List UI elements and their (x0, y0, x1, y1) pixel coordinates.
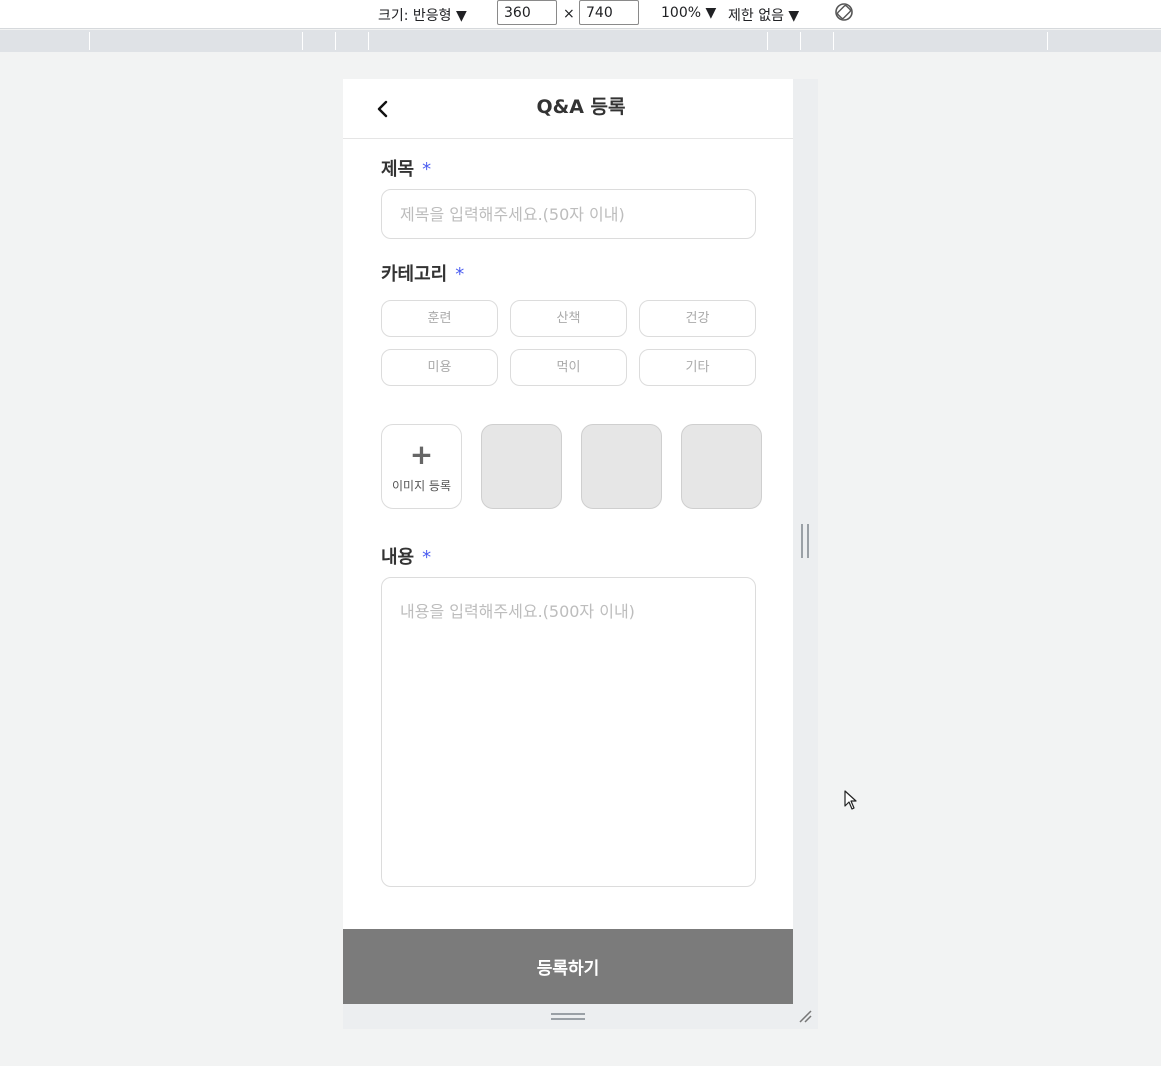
app-screen: Q&A 등록 제목 * 카테고리 * 훈련 산책 건강 미용 먹이 기타 + (343, 79, 793, 1004)
category-chip[interactable]: 훈련 (381, 300, 498, 337)
device-width-input[interactable] (497, 0, 557, 25)
resize-corner-icon[interactable] (797, 1008, 813, 1024)
title-label: 제목 * (381, 155, 431, 181)
title-label-text: 제목 (381, 159, 415, 180)
category-label-text: 카테고리 (381, 264, 448, 285)
dimension-separator: × (563, 6, 575, 22)
back-button[interactable] (369, 95, 397, 123)
mouse-cursor-icon (844, 790, 857, 810)
device-height-input[interactable] (579, 0, 639, 25)
add-image-label: 이미지 등록 (391, 479, 451, 493)
category-chip[interactable]: 미용 (381, 349, 498, 386)
throttle-select[interactable]: 제한 없음 ▼ (728, 5, 799, 25)
resize-handle-bottom[interactable] (551, 1013, 585, 1020)
device-size-select[interactable]: 크기: 반응형 ▼ (378, 5, 467, 25)
category-chip[interactable]: 산책 (510, 300, 627, 337)
device-frame: Q&A 등록 제목 * 카테고리 * 훈련 산책 건강 미용 먹이 기타 + (343, 79, 818, 1029)
title-input[interactable] (381, 189, 756, 239)
content-label: 내용 * (381, 543, 431, 569)
content-label-text: 내용 (381, 547, 415, 568)
chevron-left-icon (377, 100, 388, 118)
image-slot[interactable] (681, 424, 762, 509)
devtools-toolbar: 크기: 반응형 ▼ × 100% ▼ 제한 없음 ▼ (0, 0, 1161, 29)
category-chip[interactable]: 건강 (639, 300, 756, 337)
category-chip[interactable]: 기타 (639, 349, 756, 386)
submit-button[interactable]: 등록하기 (343, 929, 793, 1004)
rotate-icon[interactable] (834, 2, 854, 22)
resize-handle-right[interactable] (801, 524, 809, 558)
plus-icon: + (409, 438, 434, 471)
category-chip[interactable]: 먹이 (510, 349, 627, 386)
required-mark: * (422, 547, 432, 568)
required-mark: * (455, 264, 465, 285)
media-query-ruler[interactable] (0, 30, 1161, 52)
app-header: Q&A 등록 (343, 79, 793, 139)
image-slot[interactable] (481, 424, 562, 509)
page-title: Q&A 등록 (536, 96, 626, 118)
content-textarea[interactable] (381, 577, 756, 887)
add-image-button[interactable]: + 이미지 등록 (381, 424, 462, 509)
category-label: 카테고리 * (381, 260, 464, 286)
zoom-select[interactable]: 100% ▼ (661, 5, 716, 21)
image-slot[interactable] (581, 424, 662, 509)
required-mark: * (422, 159, 432, 180)
